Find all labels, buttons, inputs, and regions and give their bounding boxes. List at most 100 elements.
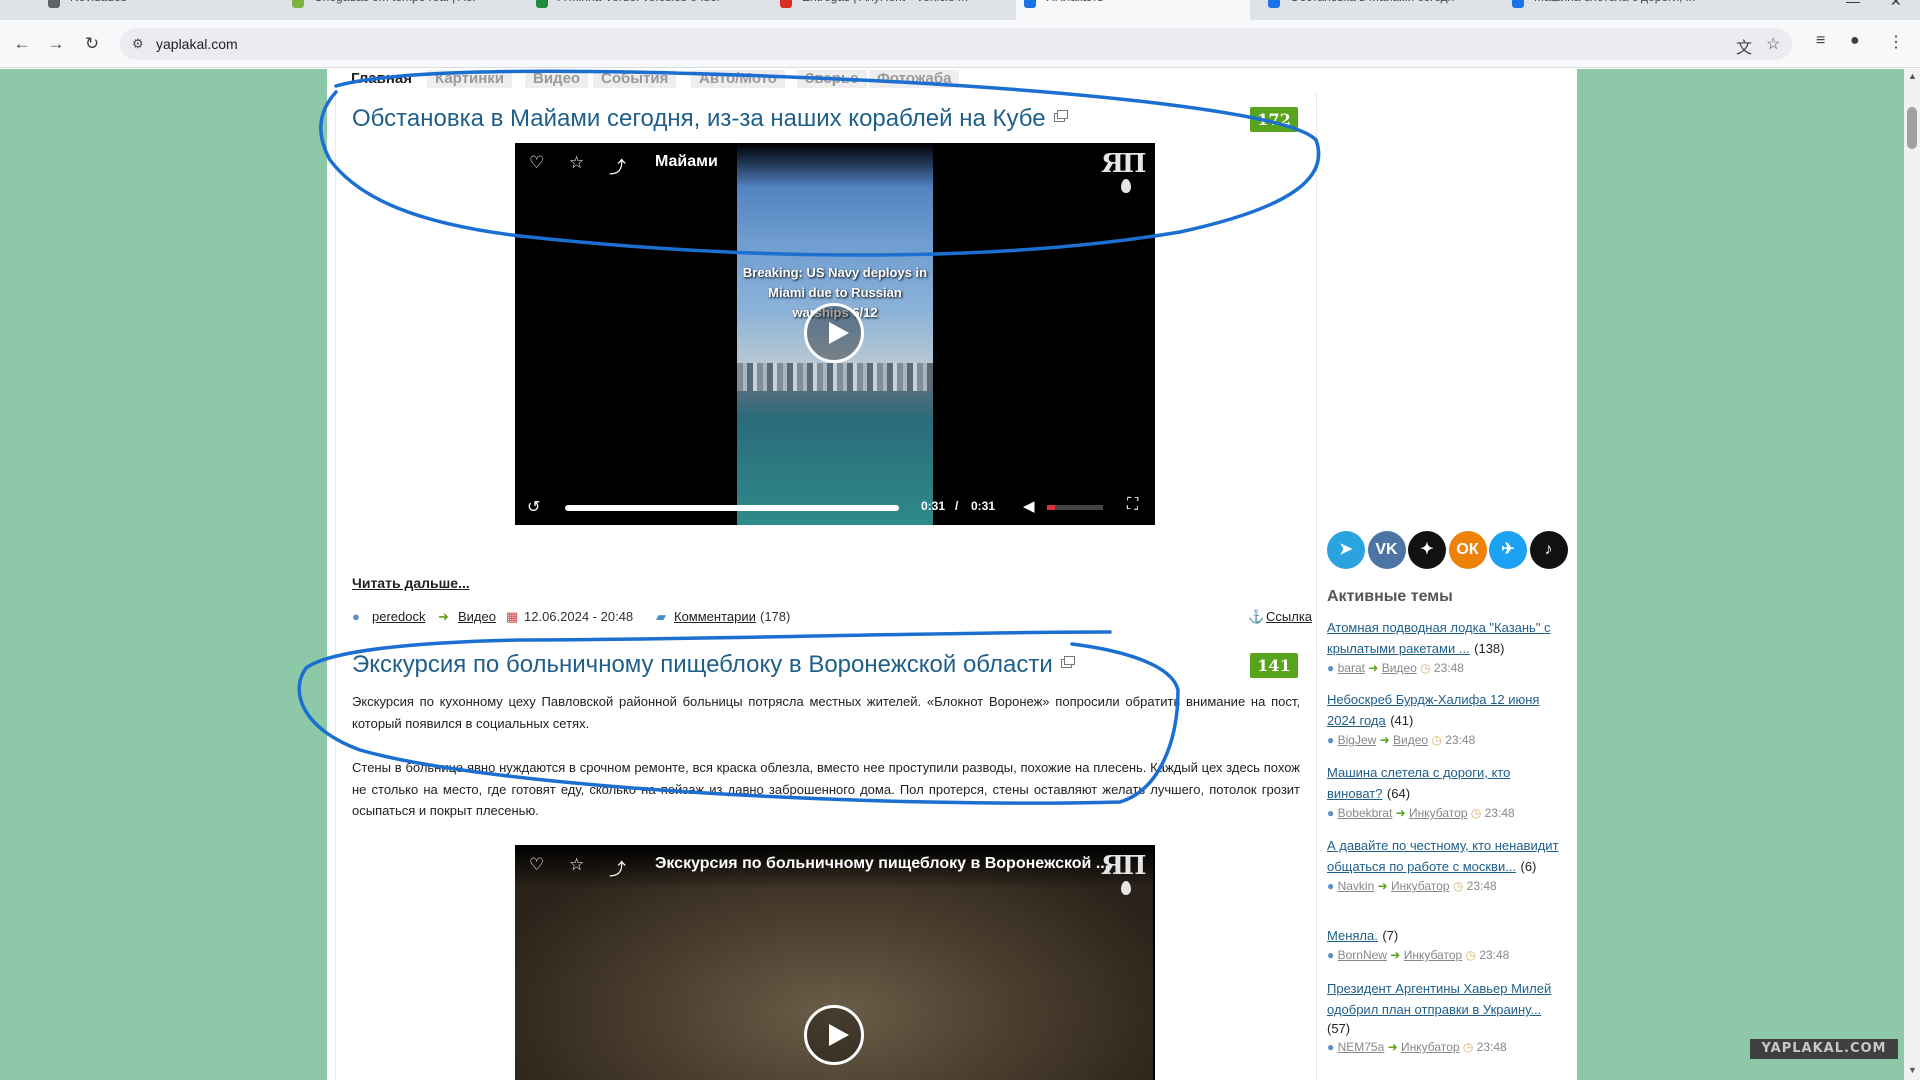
clock-icon: ◷: [1428, 733, 1446, 747]
topic-category[interactable]: Видео: [1382, 661, 1417, 675]
browser-menu-icon[interactable]: ⋮: [1888, 32, 1904, 52]
clock-icon: ◷: [1467, 806, 1485, 820]
site-info-icon[interactable]: ⚙: [132, 36, 144, 52]
permalink-link[interactable]: Ссылка: [1266, 609, 1312, 624]
play-icon[interactable]: [804, 1005, 864, 1065]
nav-photoshop[interactable]: Фотожаба: [869, 70, 960, 88]
tab-favicon-icon: [1512, 0, 1524, 8]
comments-link[interactable]: Комментарии: [674, 609, 756, 624]
volume-icon[interactable]: ◀: [1023, 497, 1035, 515]
topic-category[interactable]: Инкубатор: [1409, 806, 1468, 820]
browser-tab[interactable]: Novidades✕: [40, 0, 274, 20]
telegram-icon[interactable]: ➤: [1327, 531, 1365, 569]
topic-title-link[interactable]: Атомная подводная лодка "Казань" с крыла…: [1327, 620, 1551, 656]
topic-title-link[interactable]: Президент Аргентины Хавьер Милей одобрил…: [1327, 981, 1551, 1017]
author-icon: ●: [1327, 806, 1338, 820]
scroll-thumb[interactable]: [1907, 107, 1917, 149]
category-arrow-icon: ➜: [1364, 661, 1382, 675]
open-new-window-icon[interactable]: [1053, 110, 1068, 122]
tiktok-icon[interactable]: ♪: [1529, 531, 1568, 569]
nav-auto[interactable]: Авто/Мото: [691, 70, 785, 88]
topic-author[interactable]: Navkin: [1338, 879, 1375, 893]
topic-author[interactable]: NEM75a: [1338, 1040, 1385, 1054]
bookmark-star-icon[interactable]: ☆: [1766, 34, 1780, 54]
reload-icon[interactable]: ↻: [80, 32, 104, 56]
browser-tab[interactable]: Chegadas em tempo real | Aer✕: [284, 0, 518, 20]
topic-time: 23:48: [1445, 733, 1476, 747]
topic-author[interactable]: BornNew: [1338, 948, 1387, 962]
replay-icon[interactable]: ↺: [527, 497, 540, 517]
browser-tab[interactable]: A minha Verde: veículos e fuer✕: [528, 0, 762, 20]
share-icon[interactable]: ⤴: [609, 153, 626, 178]
active-topic: Меняла. (7) ● BornNew ➜ Инкубатор ◷ 23:48: [1327, 925, 1567, 962]
browser-tab[interactable]: Entregas | AnyRent - Vehicle m✕: [772, 0, 1006, 20]
tab-favicon-icon: [48, 0, 60, 8]
page-scrollbar[interactable]: ▲ ▼: [1904, 69, 1920, 1080]
address-bar[interactable]: ⚙ yaplakal.com 文 ☆: [120, 28, 1792, 60]
read-more-link[interactable]: Читать дальше...: [352, 575, 470, 591]
nav-video[interactable]: Видео: [525, 70, 589, 88]
video-player[interactable]: Breaking: US Navy deploys in Miami due t…: [515, 143, 1155, 525]
browser-tab[interactable]: Машина слетела с дороги, кт✕: [1504, 0, 1738, 20]
topic-category[interactable]: Инкубатор: [1404, 948, 1463, 962]
author-icon: ●: [1327, 1040, 1338, 1054]
reading-list-icon[interactable]: ≡: [1816, 32, 1825, 50]
browser-tab[interactable]: ЯПлакалъ✕: [1016, 0, 1250, 20]
post-title-text[interactable]: Экскурсия по больничному пищеблоку в Вор…: [352, 651, 1053, 678]
forward-icon[interactable]: →: [44, 32, 68, 56]
post-title-text[interactable]: Обстановка в Майами сегодня, из-за наших…: [352, 105, 1046, 132]
favorite-star-icon[interactable]: ☆: [569, 153, 584, 173]
play-icon[interactable]: [804, 303, 864, 363]
yap-logo-drop-icon: [1121, 179, 1131, 193]
like-heart-icon[interactable]: ♡: [529, 855, 544, 875]
scroll-down-icon[interactable]: ▼: [1908, 1065, 1917, 1075]
nav-animals[interactable]: Зверье: [797, 70, 867, 88]
share-icon[interactable]: ⤴: [609, 855, 626, 880]
scroll-up-icon[interactable]: ▲: [1908, 71, 1917, 81]
address-url[interactable]: yaplakal.com: [156, 36, 238, 52]
topic-author[interactable]: BigJew: [1338, 733, 1377, 747]
twitter-icon[interactable]: ✈: [1489, 531, 1527, 569]
video-time-separator: /: [955, 499, 959, 513]
topic-category[interactable]: Инкубатор: [1401, 1040, 1460, 1054]
odnoklassniki-icon[interactable]: ОК: [1448, 531, 1487, 569]
topic-count: (7): [1382, 928, 1399, 943]
post-title-link[interactable]: Обстановка в Майами сегодня, из-за наших…: [352, 105, 1068, 133]
topic-title-link[interactable]: Машина слетела с дороги, кто виноват?: [1327, 765, 1510, 801]
topic-author[interactable]: barat: [1338, 661, 1365, 675]
translate-icon[interactable]: 文: [1736, 34, 1752, 58]
profile-icon[interactable]: ●: [1850, 32, 1860, 50]
browser-tab[interactable]: Обстановка в Майами сегодн✕: [1260, 0, 1494, 20]
clock-icon: ◷: [1449, 879, 1467, 893]
category-arrow-icon: ➜: [1392, 806, 1410, 820]
minimize-window-icon[interactable]: —: [1846, 0, 1860, 9]
back-icon[interactable]: ←: [10, 32, 34, 56]
topic-category[interactable]: Видео: [1393, 733, 1428, 747]
favorite-star-icon[interactable]: ☆: [569, 855, 584, 875]
post-title-link[interactable]: Экскурсия по больничному пищеблоку в Вор…: [352, 651, 1075, 679]
topic-title-link[interactable]: Меняла.: [1327, 928, 1378, 943]
tab-favicon-icon: [292, 0, 304, 8]
fullscreen-icon[interactable]: ⛶: [1127, 496, 1138, 514]
topic-author[interactable]: Bobekbrat: [1338, 806, 1393, 820]
zen-icon[interactable]: ✦: [1408, 531, 1446, 569]
topic-category[interactable]: Инкубатор: [1391, 879, 1450, 893]
post-category[interactable]: Видео: [458, 609, 496, 624]
volume-slider[interactable]: [1047, 505, 1103, 510]
post-author[interactable]: peredock: [372, 609, 425, 624]
vk-icon[interactable]: VK: [1367, 531, 1406, 569]
nav-events[interactable]: События: [593, 70, 677, 88]
browser-toolbar: ← → ↻ ⚙ yaplakal.com 文 ☆ ≡ ● ⋮: [0, 20, 1920, 68]
nav-pictures[interactable]: Картинки: [427, 70, 513, 88]
post-date: 12.06.2024 - 20:48: [524, 609, 634, 624]
topic-title-link[interactable]: Небоскреб Бурдж-Халифа 12 июня 2024 года: [1327, 692, 1539, 728]
author-icon: ●: [1327, 661, 1338, 675]
video-player[interactable]: ♡ ☆ ⤴ Экскурсия по больничному пищеблоку…: [515, 845, 1155, 1080]
like-heart-icon[interactable]: ♡: [529, 153, 544, 173]
open-new-window-icon[interactable]: [1060, 656, 1075, 668]
close-window-icon[interactable]: ✕: [1890, 0, 1902, 10]
comments-icon: ▰: [656, 609, 666, 624]
nav-main[interactable]: Главная: [343, 70, 421, 88]
video-top-bar: ♡ ☆ ⤴ Экскурсия по больничному пищеблоку…: [515, 845, 1155, 889]
video-progress-bar[interactable]: [565, 505, 899, 511]
